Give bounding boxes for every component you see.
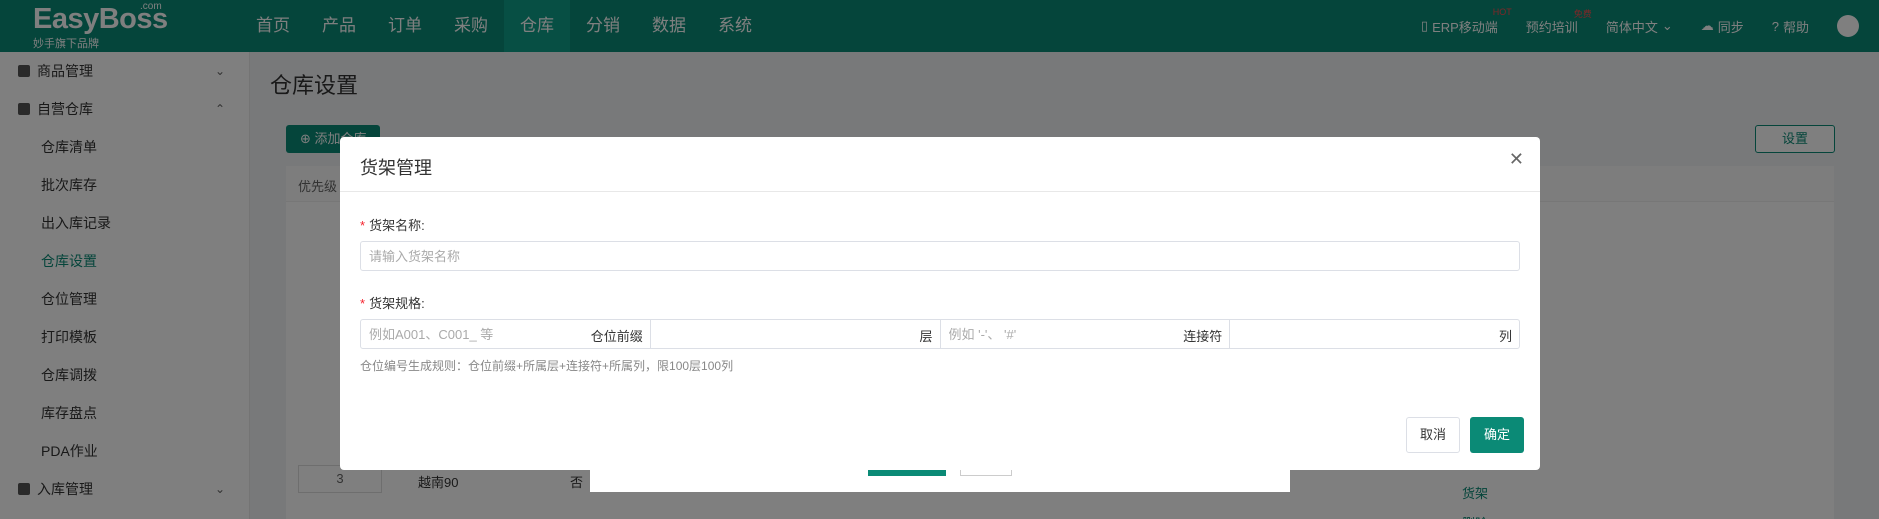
shelf-name-input[interactable] bbox=[360, 241, 1520, 271]
shelf-management-dialog: 货架管理 ✕ *货架名称: *货架规格: 仓位前缀 层 连接符 列 仓位编号生成… bbox=[340, 137, 1540, 470]
shelf-name-label-text: 货架名称: bbox=[369, 218, 425, 233]
shelf-spec-row: 仓位前缀 层 连接符 列 bbox=[360, 319, 1520, 349]
numbering-rule-hint: 仓位编号生成规则：仓位前缀+所属层+连接符+所属列，限100层100列 bbox=[360, 359, 734, 373]
layer-count-input[interactable] bbox=[650, 320, 940, 348]
column-count-input[interactable] bbox=[1230, 320, 1519, 348]
dialog-header: 货架管理 ✕ bbox=[340, 137, 1540, 192]
layer-suffix: 层 bbox=[919, 329, 933, 344]
required-mark: * bbox=[360, 218, 366, 233]
joiner-segment: 连接符 bbox=[940, 320, 1231, 348]
shelf-spec-label-text: 货架规格: bbox=[369, 296, 425, 311]
cancel-button[interactable]: 取消 bbox=[1406, 417, 1460, 453]
layer-segment: 层 bbox=[650, 320, 941, 348]
dialog-title: 货架管理 bbox=[360, 158, 432, 178]
shelf-name-label: * 货架名称: bbox=[360, 215, 425, 234]
joiner-suffix: 连接符 bbox=[1183, 329, 1223, 344]
prefix-segment: 仓位前缀 bbox=[361, 320, 651, 348]
column-suffix: 列 bbox=[1498, 329, 1512, 344]
close-icon[interactable]: ✕ bbox=[1509, 149, 1524, 170]
column-segment: 列 bbox=[1230, 320, 1519, 348]
required-mark: * bbox=[360, 296, 366, 311]
confirm-button[interactable]: 确定 bbox=[1470, 417, 1524, 453]
shelf-spec-label: * 货架规格: bbox=[360, 293, 425, 312]
prefix-suffix: 仓位前缀 bbox=[590, 329, 643, 344]
